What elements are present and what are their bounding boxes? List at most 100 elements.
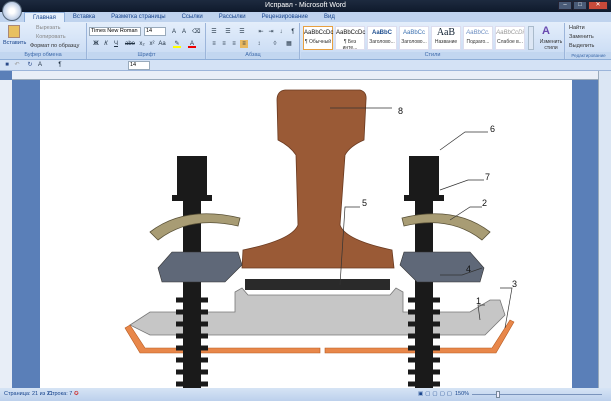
undo-icon[interactable]: ↶	[13, 61, 21, 69]
cut-button[interactable]: Вырезать	[36, 25, 60, 31]
paste-button[interactable]: Вставить	[3, 40, 26, 46]
style-name: Заголово...	[369, 39, 395, 45]
underline-button[interactable]: Ч	[112, 40, 120, 48]
paragraph-label: Абзац	[207, 52, 299, 59]
align-center-icon[interactable]: ≡	[220, 40, 228, 48]
document-page[interactable]: 8 6 7 5 2 4 3 1	[40, 80, 572, 390]
tab-review[interactable]: Рецензирование	[254, 12, 316, 22]
redo-icon[interactable]: ↻	[26, 61, 34, 69]
style-name: Подзаго...	[466, 39, 490, 45]
style-no-spacing[interactable]: AaBbCcDc ¶ Без инте...	[335, 26, 365, 51]
style-name: ¶ Обычный	[304, 39, 332, 45]
style-name: Заголово...	[401, 39, 427, 45]
qat-font-size[interactable]: 14	[128, 61, 150, 70]
highlight-icon[interactable]: ✎	[173, 40, 181, 48]
increase-indent-icon[interactable]: ⇥	[267, 28, 275, 36]
style-preview: AaBbCc	[402, 30, 425, 36]
shrink-font-button[interactable]: A	[180, 28, 188, 36]
tab-references[interactable]: Ссылки	[174, 12, 211, 22]
pilcrow-icon[interactable]: ¶	[56, 61, 64, 69]
style-heading1[interactable]: AaBbC Заголово...	[367, 26, 397, 50]
save-icon[interactable]: ■	[3, 61, 11, 69]
strikethrough-button[interactable]: abe	[124, 40, 136, 48]
sort-icon[interactable]: ↓	[277, 28, 285, 36]
office-button[interactable]	[2, 1, 22, 21]
vertical-scrollbar[interactable]	[598, 71, 611, 388]
spelling-icon[interactable]: ✪	[74, 388, 79, 401]
change-styles-icon: A	[542, 25, 550, 37]
bold-button[interactable]: Ж	[92, 40, 100, 48]
label-5: 5	[362, 198, 367, 208]
align-right-icon[interactable]: ≡	[230, 40, 238, 48]
horizontal-ruler[interactable]	[12, 71, 598, 80]
superscript-button[interactable]: x²	[148, 40, 156, 48]
style-name: Название	[434, 39, 458, 45]
align-left-icon[interactable]: ≡	[210, 40, 218, 48]
styles-scroll[interactable]	[528, 26, 534, 50]
italic-button[interactable]: К	[102, 40, 110, 48]
copy-button[interactable]: Копировать	[36, 34, 66, 40]
label-4: 4	[466, 264, 471, 274]
clipboard-label: Буфер обмена	[0, 52, 86, 59]
grow-font-button[interactable]: A	[170, 28, 178, 36]
view-buttons[interactable]: ▣▢▢▢▢	[418, 388, 454, 401]
font-name-select[interactable]: Times New Roman	[89, 27, 141, 36]
minimize-button[interactable]: –	[558, 1, 572, 10]
clipboard-group: Вставить Вырезать Копировать Формат по о…	[0, 23, 87, 59]
style-preview: AaBbCcDc	[304, 30, 334, 36]
label-2: 2	[482, 198, 487, 208]
numbering-icon[interactable]: ☰	[224, 28, 232, 36]
style-normal[interactable]: AaBbCcDc ¶ Обычный	[303, 26, 333, 50]
clear-format-icon[interactable]: ⌫	[192, 28, 200, 36]
title-bar: Исправл - Microsoft Word – □ ✕	[0, 0, 611, 12]
rail	[241, 89, 395, 269]
show-marks-icon[interactable]: ¶	[289, 28, 297, 36]
clamp-right	[399, 251, 485, 283]
replace-button[interactable]: Заменить	[569, 34, 594, 40]
justify-icon[interactable]: ≡	[240, 40, 248, 48]
zoom-level[interactable]: 150%	[455, 388, 469, 401]
borders-icon[interactable]: ▦	[285, 40, 293, 48]
line-spacing-icon[interactable]: ↕	[255, 40, 263, 48]
multilevel-list-icon[interactable]: ☰	[238, 28, 246, 36]
maximize-button[interactable]: □	[573, 1, 587, 10]
tab-view[interactable]: Вид	[316, 12, 343, 22]
style-preview: AaBbCcDi	[496, 30, 524, 36]
vertical-ruler[interactable]	[0, 80, 12, 388]
editing-label: Редактирование	[566, 52, 611, 59]
font-label: Шрифт	[88, 52, 205, 59]
rail-fastening-diagram: 8 6 7 5 2 4 3 1	[124, 89, 517, 390]
zoom-slider[interactable]	[472, 394, 602, 395]
select-button[interactable]: Выделить	[569, 43, 594, 49]
tab-mailings[interactable]: Рассылки	[211, 12, 254, 22]
style-preview: AaBbCc.	[466, 30, 490, 36]
tab-home[interactable]: Главная	[24, 12, 65, 22]
format-painter-button[interactable]: Формат по образцу	[30, 43, 79, 49]
decrease-indent-icon[interactable]: ⇤	[257, 28, 265, 36]
label-8: 8	[398, 106, 403, 116]
subscript-button[interactable]: x₂	[138, 40, 146, 48]
zoom-slider-thumb[interactable]	[496, 391, 500, 398]
style-subtle-emphasis[interactable]: AaBbCcDi Слабое в...	[495, 26, 525, 50]
bullets-icon[interactable]: ☰	[210, 28, 218, 36]
shading-icon[interactable]: ◊	[271, 40, 279, 48]
page-counter[interactable]: Страница: 21 из 21	[4, 388, 53, 401]
line-counter[interactable]: Строка: 7	[48, 388, 72, 401]
style-title[interactable]: АаВ Название	[431, 26, 461, 50]
style-name: ¶ Без инте...	[342, 39, 358, 51]
tab-insert[interactable]: Вставка	[65, 12, 103, 22]
style-heading2[interactable]: AaBbCc Заголово...	[399, 26, 429, 50]
change-case-button[interactable]: Aa	[158, 40, 166, 48]
ribbon-tabs: Главная Вставка Разметка страницы Ссылки…	[0, 12, 611, 22]
quick-access-toolbar: ■ ↶ ↻ A ¶ 14	[0, 60, 611, 71]
font-size-select[interactable]: 14	[144, 27, 166, 36]
change-styles-button[interactable]: Изменить стили	[537, 39, 565, 51]
clamp-left	[157, 251, 243, 283]
style-subtitle[interactable]: AaBbCc. Подзаго...	[463, 26, 493, 50]
find-button[interactable]: Найти	[569, 25, 585, 31]
tab-page-layout[interactable]: Разметка страницы	[103, 12, 173, 22]
close-button[interactable]: ✕	[588, 1, 608, 10]
font-color-icon[interactable]: A	[188, 40, 196, 48]
font-group: Times New Roman 14 A A ⌫ Ж К Ч abe x₂ x²…	[88, 23, 206, 59]
font-icon[interactable]: A	[36, 61, 44, 69]
